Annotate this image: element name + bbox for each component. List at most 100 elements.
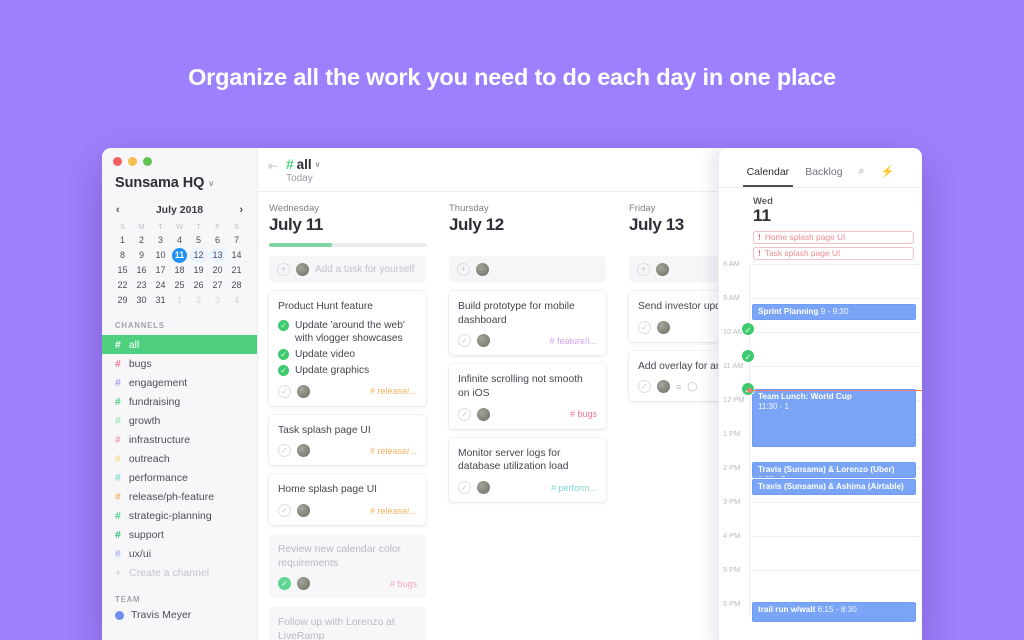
collapse-sidebar-icon[interactable]: ⇤ [268,159,278,173]
mini-calendar-day[interactable]: 30 [132,293,151,308]
task-card[interactable]: Monitor server logs for database utiliza… [449,437,606,503]
calendar-tab-backlog[interactable]: Backlog [805,166,842,187]
task-tag[interactable]: # perform... [551,483,597,493]
task-checkbox[interactable]: ✓ [638,380,651,394]
task-card[interactable]: Home splash page UI ✓ # release/... [269,474,426,526]
mini-calendar-day[interactable]: 24 [151,278,170,293]
mini-calendar-day[interactable]: 1 [113,233,132,248]
calendar-task-check[interactable]: ✓ [741,321,755,336]
create-channel-button[interactable]: + Create a channel [102,563,257,582]
sidebar-channel-performance[interactable]: # performance [102,468,257,487]
minimize-icon[interactable] [128,157,137,166]
sidebar-channel-outreach[interactable]: # outreach [102,449,257,468]
check-icon[interactable]: ✓ [278,365,289,377]
task-checkbox[interactable]: ✓ [458,481,471,495]
calendar-event[interactable]: trail run w/walt 6:15 - 8:30 [752,601,916,622]
mini-calendar-day[interactable]: 11 [172,248,187,263]
search-icon[interactable]: ⌕ [859,165,865,187]
task-card[interactable]: Follow up with Lorenzo at LiveRamp✓# out… [269,607,426,640]
check-icon[interactable]: ✓ [278,349,289,361]
calendar-task-check[interactable]: ✓ [741,348,755,363]
sidebar-channel-release-ph-feature[interactable]: # release/ph-feature [102,487,257,506]
mini-calendar-day[interactable]: 14 [227,248,246,263]
mini-calendar-day[interactable]: 16 [132,263,151,278]
mini-calendar-day[interactable]: 23 [132,278,151,293]
sidebar-channel-engagement[interactable]: # engagement [102,373,257,392]
task-checkbox[interactable]: ✓ [278,504,291,518]
mini-calendar-day[interactable]: 21 [227,263,246,278]
sidebar-channel-all[interactable]: # all [102,335,257,354]
mini-calendar-day[interactable]: 7 [227,233,246,248]
workspace-switcher[interactable]: Sunsama HQ ∨ [102,166,257,191]
mini-calendar-day[interactable]: 19 [189,263,208,278]
mini-calendar-day[interactable]: 4 [170,233,189,248]
subtask-item[interactable]: ✓ Update graphics [278,364,417,377]
sidebar-channel-ux-ui[interactable]: # ux/ui [102,544,257,563]
task-card[interactable]: Product Hunt feature ✓ Update 'around the … [269,291,426,406]
all-day-event[interactable]: ! Task splash page UI [753,246,914,260]
mini-calendar-day[interactable]: 2 [132,233,151,248]
mini-calendar-day[interactable]: 13 [208,248,227,263]
calendar-event[interactable]: Team Lunch: World Cup 11:30 - 1 [752,388,916,447]
task-tag[interactable]: # bugs [390,579,417,589]
sidebar-channel-infrastructure[interactable]: # infrastructure [102,430,257,449]
mini-calendar-day[interactable]: 10 [151,248,170,263]
mini-calendar-day[interactable]: 27 [208,278,227,293]
all-day-event[interactable]: ! Home splash page UI [753,230,914,244]
mini-calendar-day[interactable]: 17 [151,263,170,278]
mini-calendar-day[interactable]: 3 [208,293,227,308]
mini-calendar-day[interactable]: 1 [170,293,189,308]
add-task-row[interactable]: + Add a task for yourself [269,256,426,282]
mini-calendar-day[interactable]: 3 [151,233,170,248]
mini-calendar-day[interactable]: 5 [189,233,208,248]
mini-calendar-day[interactable]: 6 [208,233,227,248]
mini-calendar-day[interactable]: 20 [208,263,227,278]
mini-calendar-day[interactable]: 28 [227,278,246,293]
team-member[interactable]: Travis Meyer [102,609,257,621]
task-checkbox[interactable]: ✓ [278,384,291,398]
mini-calendar-day[interactable]: 9 [132,248,151,263]
task-card[interactable]: Review new calendar color requirements ✓ #… [269,534,426,599]
check-icon[interactable]: ✓ [278,319,289,331]
calendar-tab-calendar[interactable]: Calendar [742,166,793,187]
subtask-item[interactable]: ✓ Update 'around the web' with vlogger sh… [278,319,417,346]
bolt-icon[interactable]: ⚡ [881,165,895,187]
mini-calendar-day[interactable]: 15 [113,263,132,278]
mini-calendar-day[interactable]: 25 [170,278,189,293]
comment-icon[interactable]: ◯ [687,381,697,392]
task-checkbox[interactable]: ✓ [458,407,471,421]
notes-icon[interactable]: ≡ [676,382,681,392]
task-tag[interactable]: # bugs [570,409,597,419]
sidebar-channel-strategic-planning[interactable]: # strategic-planning [102,506,257,525]
task-checkbox[interactable]: ✓ [638,320,651,334]
task-checkbox[interactable]: ✓ [278,577,291,591]
sidebar-channel-bugs[interactable]: # bugs [102,354,257,373]
close-icon[interactable] [113,157,122,166]
mini-calendar-day[interactable]: 26 [189,278,208,293]
maximize-icon[interactable] [143,157,152,166]
mini-calendar-day[interactable]: 4 [227,293,246,308]
mini-calendar-day[interactable]: 22 [113,278,132,293]
calendar-event[interactable]: Sprint Planning 9 - 9:30 [752,303,916,320]
task-tag[interactable]: # feature/i... [549,336,597,346]
task-checkbox[interactable]: ✓ [278,444,291,458]
prev-month-icon[interactable]: ‹ [116,204,120,216]
task-tag[interactable]: # release/... [370,386,417,396]
task-tag[interactable]: # release/... [370,446,417,456]
task-card[interactable]: Infinite scrolling not smooth on iOS ✓ # b… [449,364,606,429]
subtask-item[interactable]: ✓ Update video [278,348,417,361]
next-month-icon[interactable]: › [239,204,243,216]
sidebar-channel-growth[interactable]: # growth [102,411,257,430]
mini-calendar-day[interactable]: 31 [151,293,170,308]
calendar-event[interactable]: Travis (Sunsama) & Lorenzo (Uber) 1:30 -… [752,461,916,478]
sidebar-channel-support[interactable]: # support [102,525,257,544]
task-card[interactable]: Task splash page UI ✓ # release/... [269,414,426,466]
mini-calendar-day[interactable]: 8 [113,248,132,263]
channel-title[interactable]: # all ∨ [286,157,320,172]
mini-calendar-day[interactable]: 12 [189,248,208,263]
sidebar-channel-fundraising[interactable]: # fundraising [102,392,257,411]
mini-calendar-day[interactable]: 18 [170,263,189,278]
mini-calendar-day[interactable]: 2 [189,293,208,308]
mini-calendar-day[interactable]: 29 [113,293,132,308]
task-card[interactable]: Build prototype for mobile dashboard ✓ # f… [449,291,606,356]
